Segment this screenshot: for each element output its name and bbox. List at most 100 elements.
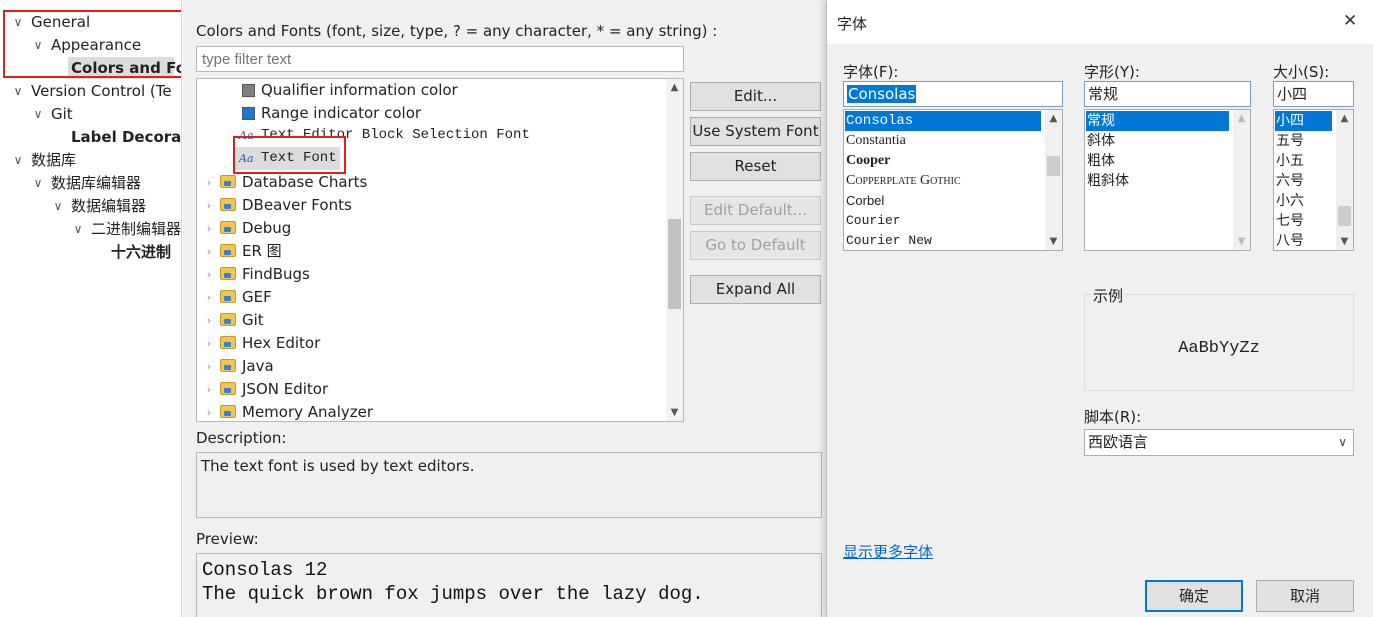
scroll-down-icon[interactable]: ▼ bbox=[1233, 233, 1250, 250]
size-list-item[interactable]: 八号 bbox=[1275, 231, 1304, 250]
style-input[interactable]: 常规 bbox=[1084, 81, 1251, 107]
tree-row-folder[interactable]: › GEF bbox=[197, 286, 667, 309]
size-list-item[interactable]: 小六 bbox=[1275, 191, 1304, 211]
preferences-tree[interactable]: ∨ General ∨ Appearance Colors and Fo ∨ V… bbox=[0, 0, 182, 617]
chevron-right-icon[interactable]: › bbox=[203, 355, 215, 378]
font-list-item[interactable]: Copperplate Gothic bbox=[845, 171, 961, 191]
chevron-right-icon[interactable]: › bbox=[203, 286, 215, 309]
tree-row-folder[interactable]: › Memory Analyzer bbox=[197, 401, 667, 421]
tree-row-folder[interactable]: › Java bbox=[197, 355, 667, 378]
chevron-right-icon[interactable]: › bbox=[203, 401, 215, 421]
size-input[interactable]: 小四 bbox=[1273, 81, 1354, 107]
edit-button[interactable]: Edit... bbox=[690, 82, 821, 111]
reset-button[interactable]: Reset bbox=[690, 152, 821, 181]
font-dialog: 字体 ✕ 字体(F): Consolas Consolas Constantia… bbox=[826, 0, 1373, 617]
script-select[interactable]: 西欧语言 ∨ bbox=[1084, 429, 1354, 456]
tree-row-folder[interactable]: › JSON Editor bbox=[197, 378, 667, 401]
tree-item-hex[interactable]: 十六进制 bbox=[111, 241, 171, 263]
colors-and-fonts-page: Colors and Fonts (font, size, type, ? = … bbox=[183, 0, 826, 617]
scroll-down-icon[interactable]: ▼ bbox=[1045, 233, 1062, 250]
tree-row-folder[interactable]: › Git bbox=[197, 309, 667, 332]
chevron-down-icon[interactable]: ∨ bbox=[72, 218, 84, 240]
size-list-item[interactable]: 六号 bbox=[1275, 171, 1304, 191]
font-list-item[interactable]: Courier New bbox=[845, 231, 932, 250]
style-list-item[interactable]: 斜体 bbox=[1086, 131, 1115, 151]
size-list-item[interactable]: 小四 bbox=[1275, 111, 1332, 131]
font-list-item[interactable]: Courier bbox=[845, 211, 901, 231]
font-input-value: Consolas bbox=[847, 85, 917, 103]
scroll-up-icon[interactable]: ▲ bbox=[1233, 110, 1250, 127]
scroll-thumb[interactable] bbox=[668, 219, 681, 309]
close-icon[interactable]: ✕ bbox=[1343, 11, 1357, 31]
edit-default-button[interactable]: Edit Default... bbox=[690, 196, 821, 225]
tree-row-folder[interactable]: › Debug bbox=[197, 217, 667, 240]
style-list-item[interactable]: 粗斜体 bbox=[1086, 171, 1129, 191]
font-list-item[interactable]: Corbel bbox=[845, 191, 884, 211]
tree-item-binary-editor[interactable]: 二进制编辑器 bbox=[91, 218, 181, 240]
size-list-scrollbar[interactable]: ▲ ▼ bbox=[1336, 110, 1353, 250]
chevron-right-icon[interactable]: › bbox=[203, 217, 215, 240]
scroll-thumb[interactable] bbox=[1047, 156, 1060, 176]
chevron-down-icon[interactable]: ∨ bbox=[32, 103, 44, 125]
size-list-item[interactable]: 五号 bbox=[1275, 131, 1304, 151]
folder-icon bbox=[220, 359, 236, 372]
tree-row-qualifier-color[interactable]: Qualifier information color bbox=[197, 79, 667, 102]
tree-item-database-editor[interactable]: 数据库编辑器 bbox=[51, 172, 141, 194]
expand-all-button[interactable]: Expand All bbox=[690, 275, 821, 304]
folder-icon bbox=[220, 382, 236, 395]
chevron-down-icon[interactable]: ∨ bbox=[52, 195, 64, 217]
font-list[interactable]: Consolas Constantia Cooper Copperplate G… bbox=[843, 109, 1063, 251]
tree-row-folder[interactable]: › ER 图 bbox=[197, 240, 667, 263]
tree-row-folder[interactable]: › Hex Editor bbox=[197, 332, 667, 355]
style-list-item[interactable]: 粗体 bbox=[1086, 151, 1115, 171]
scroll-up-icon[interactable]: ▲ bbox=[1336, 110, 1353, 127]
tree-item-data-editor[interactable]: 数据编辑器 bbox=[71, 195, 146, 217]
style-list[interactable]: 常规 斜体 粗体 粗斜体 ▲ ▼ bbox=[1084, 109, 1251, 251]
font-list-item[interactable]: Constantia bbox=[845, 131, 906, 151]
size-list[interactable]: 小四 五号 小五 六号 小六 七号 八号 ▲ ▼ bbox=[1273, 109, 1354, 251]
tree-row-label: Java bbox=[242, 357, 274, 375]
scroll-thumb[interactable] bbox=[1338, 206, 1351, 226]
chevron-right-icon[interactable]: › bbox=[203, 309, 215, 332]
ok-button[interactable]: 确定 bbox=[1145, 580, 1243, 612]
font-list-item[interactable]: Consolas bbox=[845, 111, 1041, 131]
tree-item-git[interactable]: Git bbox=[51, 103, 73, 125]
scroll-down-icon[interactable]: ▼ bbox=[1336, 233, 1353, 250]
tree-row-label: FindBugs bbox=[242, 265, 310, 283]
chevron-down-icon[interactable]: ∨ bbox=[32, 172, 44, 194]
chevron-right-icon[interactable]: › bbox=[203, 240, 215, 263]
chevron-right-icon[interactable]: › bbox=[203, 263, 215, 286]
colors-fonts-tree[interactable]: Qualifier information color Range indica… bbox=[196, 78, 684, 422]
style-list-scrollbar[interactable]: ▲ ▼ bbox=[1233, 110, 1250, 250]
font-list-item[interactable]: Cooper bbox=[845, 151, 890, 171]
tree-row-folder[interactable]: › Database Charts bbox=[197, 171, 667, 194]
size-list-item[interactable]: 七号 bbox=[1275, 211, 1304, 231]
filter-input[interactable] bbox=[196, 46, 684, 72]
chevron-down-icon[interactable]: ∨ bbox=[12, 149, 24, 171]
font-input[interactable]: Consolas bbox=[843, 81, 1063, 107]
scroll-down-icon[interactable]: ▼ bbox=[666, 404, 683, 421]
chevron-right-icon[interactable]: › bbox=[203, 171, 215, 194]
scroll-up-icon[interactable]: ▲ bbox=[1045, 110, 1062, 127]
chevron-down-icon[interactable]: ∨ bbox=[12, 80, 24, 102]
chevron-right-icon[interactable]: › bbox=[203, 194, 215, 217]
tree-item-version-control[interactable]: Version Control (Te bbox=[31, 80, 172, 102]
use-system-font-button[interactable]: Use System Font bbox=[690, 117, 821, 146]
font-list-scrollbar[interactable]: ▲ ▼ bbox=[1045, 110, 1062, 250]
tree-row-range-indicator-color[interactable]: Range indicator color bbox=[197, 102, 667, 125]
tree-row-folder[interactable]: › FindBugs bbox=[197, 263, 667, 286]
chevron-right-icon[interactable]: › bbox=[203, 332, 215, 355]
preview-line: The quick brown fox jumps over the lazy … bbox=[202, 583, 704, 605]
tree-row-folder[interactable]: › DBeaver Fonts bbox=[197, 194, 667, 217]
cancel-button[interactable]: 取消 bbox=[1256, 580, 1354, 612]
tree-scrollbar[interactable]: ▲ ▼ bbox=[666, 79, 683, 421]
go-to-default-button[interactable]: Go to Default bbox=[690, 231, 821, 260]
chevron-right-icon[interactable]: › bbox=[203, 378, 215, 401]
tree-item-database[interactable]: 数据库 bbox=[31, 149, 76, 171]
tree-item-label-decorations[interactable]: Label Decorat bbox=[71, 126, 181, 148]
scroll-up-icon[interactable]: ▲ bbox=[666, 79, 683, 96]
highlight-box-left bbox=[3, 10, 181, 78]
show-more-fonts-link[interactable]: 显示更多字体 bbox=[843, 541, 933, 562]
style-list-item[interactable]: 常规 bbox=[1086, 111, 1229, 131]
size-list-item[interactable]: 小五 bbox=[1275, 151, 1304, 171]
